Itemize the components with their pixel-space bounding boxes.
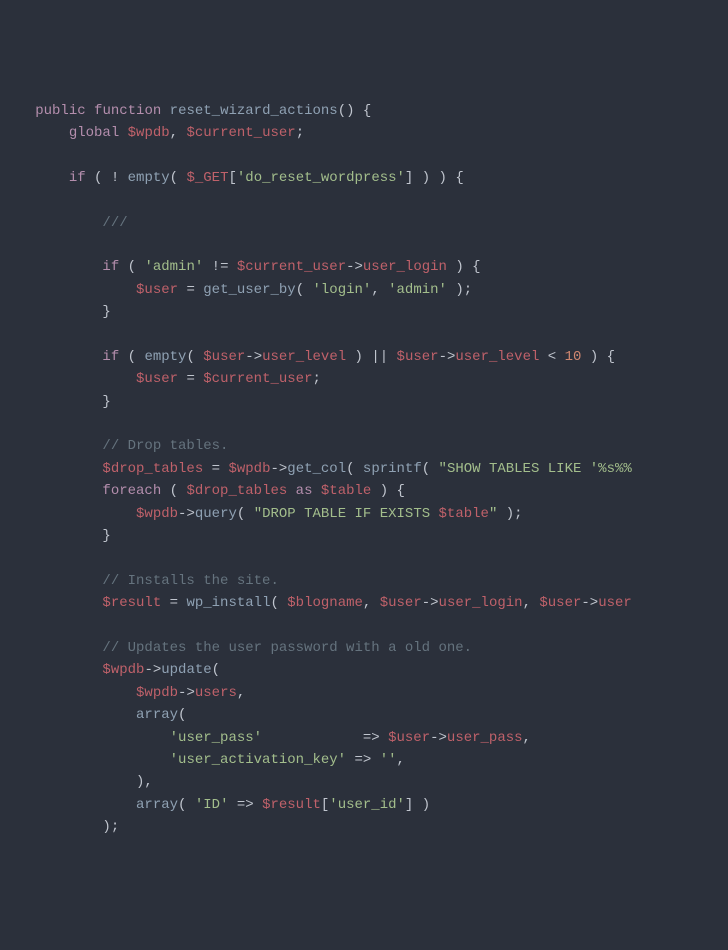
- keyword-as: as: [287, 483, 321, 499]
- prop-user-level: user_level: [262, 349, 346, 365]
- string-admin: 'admin': [388, 282, 447, 298]
- prop-user-login: user_login: [439, 595, 523, 611]
- var-wpdb: $wpdb: [136, 506, 178, 522]
- var-user: $user: [136, 371, 178, 387]
- var-wpdb: $wpdb: [102, 662, 144, 678]
- fn-empty: empty: [128, 170, 170, 186]
- keyword-if: if: [69, 170, 86, 186]
- string-sql-drop: "DROP TABLE IF EXISTS: [254, 506, 439, 522]
- var-current-user: $current_user: [203, 371, 312, 387]
- var-user: $user: [203, 349, 245, 365]
- prop-users: users: [195, 685, 237, 701]
- fn-empty: empty: [144, 349, 186, 365]
- function-name: reset_wizard_actions: [170, 103, 338, 119]
- comment-installs: // Installs the site.: [102, 573, 278, 589]
- var-current-user: $current_user: [186, 125, 295, 141]
- fn-update: update: [161, 662, 211, 678]
- fn-get-col: get_col: [287, 461, 346, 477]
- comment-drop-tables: // Drop tables.: [102, 438, 228, 454]
- prop-user-login: user_login: [363, 259, 447, 275]
- keyword-if: if: [102, 259, 119, 275]
- prop-user-pass: user_pass: [447, 730, 523, 746]
- fn-query: query: [195, 506, 237, 522]
- string-user-pass: 'user_pass': [170, 730, 262, 746]
- string-key: 'do_reset_wordpress': [237, 170, 405, 186]
- string-id: 'ID': [195, 797, 229, 813]
- number-ten: 10: [565, 349, 582, 365]
- var-wpdb: $wpdb: [228, 461, 270, 477]
- fn-array: array: [136, 797, 178, 813]
- keyword-public: public: [35, 103, 85, 119]
- var-current-user: $current_user: [237, 259, 346, 275]
- fn-array: array: [136, 707, 178, 723]
- var-get: $_GET: [186, 170, 228, 186]
- fn-get-user-by: get_user_by: [203, 282, 295, 298]
- prop-user: user: [598, 595, 632, 611]
- var-drop-tables: $drop_tables: [102, 461, 203, 477]
- code-block: public function reset_wizard_actions() {…: [10, 100, 728, 839]
- var-table-interp: $table: [439, 506, 489, 522]
- string-empty: '': [380, 752, 397, 768]
- comment: ///: [102, 215, 127, 231]
- var-drop-tables: $drop_tables: [186, 483, 287, 499]
- fn-wp-install: wp_install: [186, 595, 270, 611]
- var-table: $table: [321, 483, 371, 499]
- string-activation-key: 'user_activation_key': [170, 752, 346, 768]
- keyword-if: if: [102, 349, 119, 365]
- comment-updates: // Updates the user password with a old …: [102, 640, 472, 656]
- string-user-id: 'user_id': [329, 797, 405, 813]
- var-blogname: $blogname: [287, 595, 363, 611]
- fn-sprintf: sprintf: [363, 461, 422, 477]
- var-user: $user: [136, 282, 178, 298]
- var-user: $user: [388, 730, 430, 746]
- var-wpdb: $wpdb: [136, 685, 178, 701]
- string-sql: "SHOW TABLES LIKE '%s%%: [439, 461, 632, 477]
- var-result: $result: [262, 797, 321, 813]
- var-wpdb: $wpdb: [128, 125, 170, 141]
- var-user: $user: [397, 349, 439, 365]
- keyword-global: global: [69, 125, 119, 141]
- string-login: 'login': [313, 282, 372, 298]
- var-user: $user: [539, 595, 581, 611]
- keyword-function: function: [94, 103, 161, 119]
- prop-user-level: user_level: [455, 349, 539, 365]
- keyword-foreach: foreach: [102, 483, 161, 499]
- var-result: $result: [102, 595, 161, 611]
- string-admin: 'admin': [144, 259, 203, 275]
- var-user: $user: [380, 595, 422, 611]
